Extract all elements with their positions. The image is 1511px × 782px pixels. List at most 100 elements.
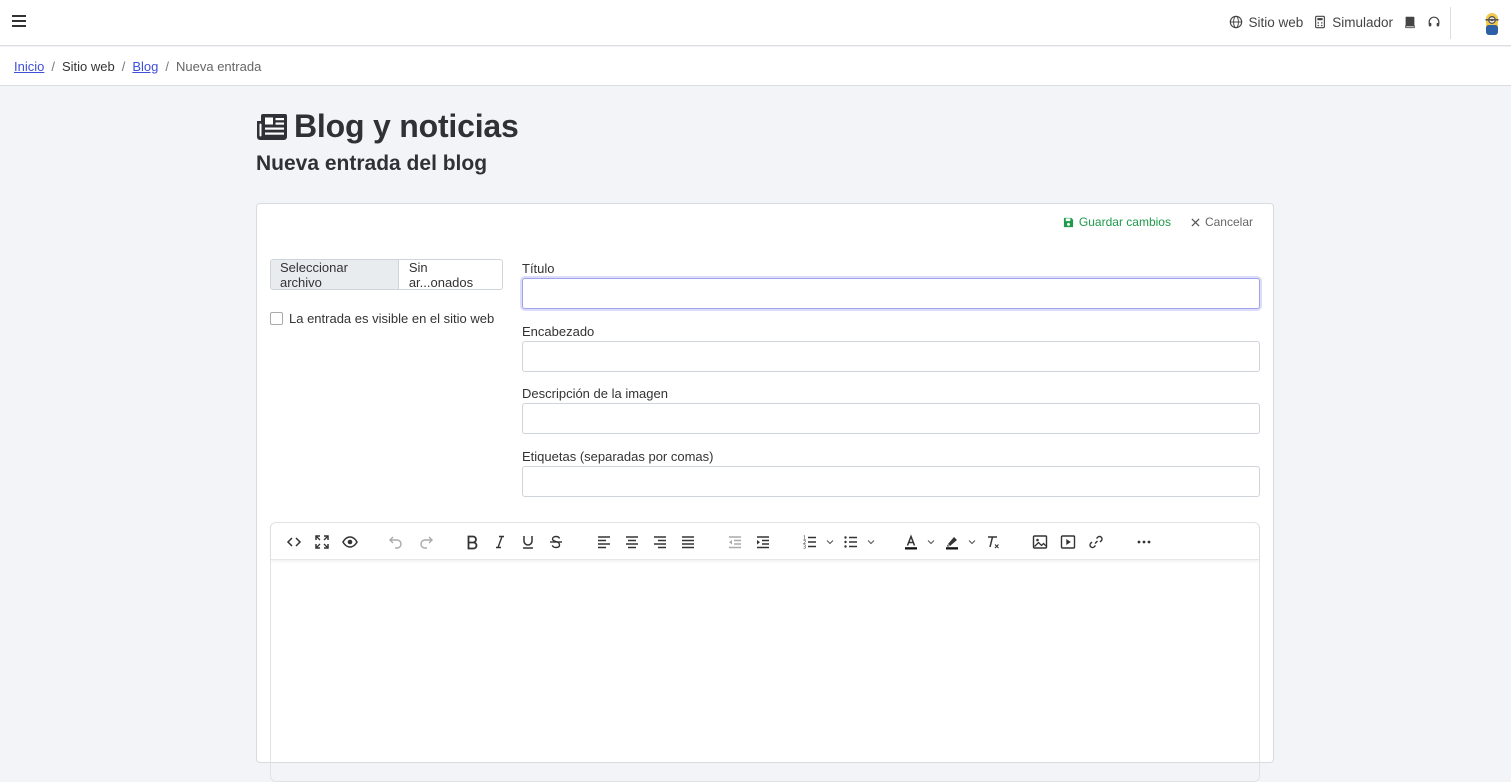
text-color-button[interactable] — [901, 532, 921, 552]
align-left-button[interactable] — [594, 532, 614, 552]
nav-sitio-web-label: Sitio web — [1248, 14, 1304, 30]
tags-label: Etiquetas (separadas por comas) — [522, 449, 714, 464]
bold-button[interactable] — [462, 532, 482, 552]
page-title: Blog y noticias — [294, 108, 519, 144]
clear-formatting-button[interactable] — [983, 532, 1003, 552]
form-actions: Guardar cambios Cancelar — [1063, 215, 1253, 229]
save-button[interactable]: Guardar cambios — [1063, 215, 1171, 229]
align-right-icon — [654, 536, 666, 549]
newspaper-icon — [257, 113, 287, 140]
align-center-button[interactable] — [622, 532, 642, 552]
top-bar: Sitio web Simulador — [0, 0, 1511, 46]
image-file-input[interactable]: Seleccionar archivo Sin ar...onados — [270, 259, 503, 290]
fullscreen-icon — [315, 535, 329, 549]
bullet-list-button[interactable] — [841, 532, 861, 552]
page-heading: Blog y noticias — [256, 108, 519, 145]
visible-checkbox-label: La entrada es visible en el sitio web — [289, 311, 495, 326]
align-justify-button[interactable] — [678, 532, 698, 552]
save-button-label: Guardar cambios — [1078, 215, 1171, 229]
chevron-down-icon[interactable] — [927, 538, 935, 546]
outdent-icon — [729, 536, 741, 549]
image-desc-label: Descripción de la imagen — [522, 386, 668, 401]
more-options-button[interactable] — [1134, 532, 1154, 552]
rich-text-editor: 123 — [270, 522, 1260, 782]
select-file-button[interactable]: Seleccionar archivo — [271, 260, 399, 289]
insert-link-button[interactable] — [1086, 532, 1106, 552]
header-label: Encabezado — [522, 324, 595, 339]
chevron-down-icon[interactable] — [968, 538, 976, 546]
align-right-button[interactable] — [650, 532, 670, 552]
top-divider — [1450, 7, 1451, 39]
image-desc-field-group: Descripción de la imagen — [522, 386, 1260, 434]
title-field-group: Título — [522, 261, 1260, 309]
editor-content-area[interactable] — [271, 560, 1259, 780]
hamburger-menu-icon[interactable] — [12, 12, 28, 32]
breadcrumb: Inicio / Sitio web / Blog / Nueva entrad… — [0, 47, 1511, 86]
tags-input[interactable] — [522, 466, 1260, 497]
code-icon — [286, 537, 302, 547]
header-field-group: Encabezado — [522, 324, 1260, 372]
numbered-list-icon: 123 — [803, 536, 816, 551]
breadcrumb-inicio[interactable]: Inicio — [14, 59, 44, 74]
nav-sitio-web[interactable]: Sitio web — [1229, 15, 1303, 30]
book-button[interactable] — [1403, 15, 1417, 29]
tags-field-group: Etiquetas (separadas por comas) — [522, 449, 1260, 497]
outdent-button[interactable] — [725, 532, 745, 552]
nav-simulador[interactable]: Simulador — [1313, 15, 1393, 30]
chevron-down-icon[interactable] — [826, 538, 834, 546]
numbered-list-button[interactable]: 123 — [800, 532, 820, 552]
support-button[interactable] — [1427, 15, 1441, 29]
underline-button[interactable] — [518, 532, 538, 552]
underline-icon — [523, 536, 533, 549]
insert-image-button[interactable] — [1030, 532, 1050, 552]
nav-simulador-label: Simulador — [1332, 14, 1393, 30]
clear-formatting-icon — [988, 536, 999, 549]
blog-entry-form: Guardar cambios Cancelar Seleccionar arc… — [256, 203, 1274, 782]
highlighter-icon — [946, 537, 958, 550]
image-icon — [1032, 535, 1048, 549]
header-input[interactable] — [522, 341, 1260, 372]
bullet-list-icon — [844, 536, 857, 548]
breadcrumb-separator: / — [165, 58, 170, 74]
calculator-icon — [1315, 15, 1326, 29]
video-icon — [1060, 535, 1076, 549]
breadcrumb-blog[interactable]: Blog — [132, 59, 158, 74]
cancel-button[interactable]: Cancelar — [1191, 215, 1253, 229]
file-status: Sin ar...onados — [408, 259, 474, 290]
breadcrumb-separator: / — [51, 58, 55, 74]
insert-media-button[interactable] — [1058, 532, 1078, 552]
text-color-icon — [905, 534, 917, 550]
bold-icon — [467, 535, 478, 550]
title-label: Título — [522, 261, 555, 276]
cancel-button-label: Cancelar — [1204, 215, 1253, 229]
source-code-button[interactable] — [284, 532, 304, 552]
headset-icon — [1428, 16, 1440, 27]
image-desc-input[interactable] — [522, 403, 1260, 434]
redo-icon — [420, 536, 433, 549]
highlight-color-button[interactable] — [942, 532, 962, 552]
svg-text:3: 3 — [803, 545, 806, 551]
chevron-down-icon[interactable] — [867, 538, 875, 546]
user-avatar-icon[interactable] — [1483, 10, 1501, 38]
visible-option: La entrada es visible en el sitio web — [270, 311, 494, 326]
visible-checkbox[interactable] — [270, 312, 283, 325]
editor-toolbar: 123 — [271, 523, 1259, 560]
preview-button[interactable] — [340, 532, 360, 552]
fullscreen-button[interactable] — [312, 532, 332, 552]
top-nav: Sitio web Simulador — [1229, 0, 1441, 44]
title-input[interactable] — [522, 278, 1260, 309]
close-icon — [1191, 217, 1200, 227]
undo-button[interactable] — [386, 532, 406, 552]
page-subtitle: Nueva entrada del blog — [256, 152, 488, 175]
indent-icon — [757, 536, 769, 549]
strikethrough-icon — [550, 535, 562, 549]
undo-icon — [389, 536, 402, 549]
italic-button[interactable] — [490, 532, 510, 552]
align-center-icon — [626, 536, 638, 549]
redo-button[interactable] — [416, 532, 436, 552]
floppy-disk-icon — [1063, 217, 1074, 227]
book-icon — [1405, 16, 1415, 29]
italic-icon — [496, 535, 504, 549]
strikethrough-button[interactable] — [546, 532, 566, 552]
indent-button[interactable] — [753, 532, 773, 552]
